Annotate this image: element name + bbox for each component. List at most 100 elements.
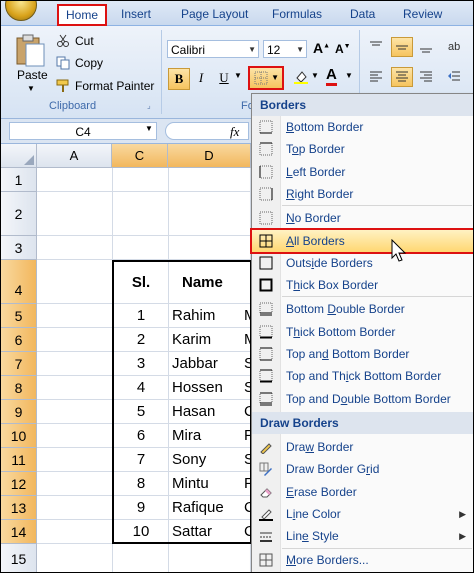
shrink-font-icon[interactable]: A▼: [335, 42, 351, 56]
menu-item-thick-bottom-border[interactable]: Thick Bottom Border: [252, 321, 473, 343]
formula-input[interactable]: fx: [165, 122, 249, 140]
cell-sl[interactable]: 3: [114, 352, 168, 376]
column-header-d[interactable]: D: [168, 144, 251, 168]
orientation-icon[interactable]: ab: [447, 38, 461, 52]
row-header-3[interactable]: 3: [1, 236, 37, 260]
copy-icon[interactable]: [56, 56, 70, 70]
align-middle-button[interactable]: [391, 37, 413, 57]
row-header-12[interactable]: 12: [1, 472, 37, 496]
menu-item-erase-border[interactable]: Erase Border: [252, 481, 473, 503]
font-color-dropdown-icon[interactable]: ▼: [345, 71, 353, 80]
insert-function-icon[interactable]: fx: [230, 124, 239, 140]
menu-item-no-border[interactable]: No Border: [252, 207, 473, 229]
menu-item-left-border[interactable]: Left Border: [252, 161, 473, 183]
paste-button-label[interactable]: Paste: [17, 68, 48, 82]
table-header-sl[interactable]: Sl.: [114, 262, 168, 304]
copy-button[interactable]: Copy: [75, 56, 103, 70]
menu-item-bottom-border[interactable]: Bottom Border: [252, 116, 473, 138]
cell-sl[interactable]: 10: [114, 520, 168, 544]
font-color-icon[interactable]: A: [326, 66, 337, 86]
select-all-corner[interactable]: [1, 144, 37, 168]
cut-button[interactable]: Cut: [75, 34, 94, 48]
paste-icon[interactable]: [13, 34, 47, 68]
format-painter-icon[interactable]: [56, 79, 70, 93]
cell-sl[interactable]: 5: [114, 400, 168, 424]
tab-insert[interactable]: Insert: [121, 5, 151, 23]
bold-button[interactable]: B: [168, 68, 190, 90]
column-header-c[interactable]: C: [112, 144, 168, 168]
cell-sl[interactable]: 2: [114, 328, 168, 352]
tab-home[interactable]: Home: [57, 4, 107, 26]
menu-item-all-borders[interactable]: All Borders: [250, 227, 473, 254]
menu-item-bottom-double-border[interactable]: Bottom Double Border: [252, 298, 473, 320]
tab-data[interactable]: Data: [350, 5, 375, 23]
selected-table-range[interactable]: Sl. Name 1RahimM2KarimM3JabbarS4HossenS5…: [112, 260, 254, 544]
font-name-combo[interactable]: Calibri ▼: [167, 40, 259, 58]
tab-review[interactable]: Review: [403, 5, 442, 23]
cell-sl[interactable]: 7: [114, 448, 168, 472]
row-header-11[interactable]: 11: [1, 448, 37, 472]
cell-name[interactable]: Rafique: [168, 496, 244, 520]
row-header-4[interactable]: 4: [1, 260, 37, 304]
cell-name[interactable]: Karim: [168, 328, 244, 352]
menu-item-draw-border-grid[interactable]: Draw Border Grid: [252, 458, 473, 480]
menu-item-top-and-double-bottom-border[interactable]: Top and Double Bottom Border: [252, 388, 473, 410]
cell-sl[interactable]: 8: [114, 472, 168, 496]
row-header-6[interactable]: 6: [1, 328, 37, 352]
name-box-dropdown-icon[interactable]: ▼: [145, 124, 153, 133]
column-header-a[interactable]: A: [37, 144, 112, 168]
tab-page-layout[interactable]: Page Layout: [181, 5, 248, 23]
font-size-dropdown-icon[interactable]: ▼: [296, 41, 304, 59]
grow-font-icon[interactable]: A▲: [313, 40, 330, 56]
paste-dropdown-arrow[interactable]: ▼: [27, 84, 35, 93]
menu-item-draw-border[interactable]: Draw Border: [252, 436, 473, 458]
row-header-2[interactable]: 2: [1, 192, 37, 236]
menu-item-right-border[interactable]: Right Border: [252, 183, 473, 205]
cell-name[interactable]: Sattar: [168, 520, 244, 544]
name-box[interactable]: C4: [9, 122, 157, 140]
font-name-dropdown-icon[interactable]: ▼: [248, 41, 256, 59]
row-header-5[interactable]: 5: [1, 304, 37, 328]
cell-name[interactable]: Rahim: [168, 304, 244, 328]
align-left-icon[interactable]: [369, 70, 383, 84]
menu-item-line-color[interactable]: Line Color ▶: [252, 503, 473, 525]
menu-item-thick-box-border[interactable]: Thick Box Border: [252, 274, 473, 296]
font-size-combo[interactable]: 12 ▼: [263, 40, 307, 58]
cut-icon[interactable]: [56, 34, 70, 48]
fill-color-icon[interactable]: [294, 70, 308, 84]
format-painter-button[interactable]: Format Painter: [75, 79, 154, 93]
table-header-name[interactable]: Name: [168, 262, 250, 304]
cell-name[interactable]: Hossen: [168, 376, 244, 400]
cell-sl[interactable]: 4: [114, 376, 168, 400]
menu-item-line-style[interactable]: Line Style ▶: [252, 525, 473, 547]
cell-sl[interactable]: 6: [114, 424, 168, 448]
tab-formulas[interactable]: Formulas: [272, 5, 322, 23]
menu-item-top-and-thick-bottom-border[interactable]: Top and Thick Bottom Border: [252, 365, 473, 387]
cell-name[interactable]: Mira: [168, 424, 244, 448]
cell-name[interactable]: Hasan: [168, 400, 244, 424]
menu-item-top-and-bottom-border[interactable]: Top and Bottom Border: [252, 343, 473, 365]
cell-name[interactable]: Mintu: [168, 472, 244, 496]
align-top-icon[interactable]: [369, 40, 383, 54]
cell-name[interactable]: Jabbar: [168, 352, 244, 376]
align-right-icon[interactable]: [419, 70, 433, 84]
row-header-8[interactable]: 8: [1, 376, 37, 400]
row-header-9[interactable]: 9: [1, 400, 37, 424]
clipboard-launcher-icon[interactable]: ⌟: [147, 101, 151, 110]
menu-item-more-borders[interactable]: More Borders...: [252, 549, 473, 571]
italic-button[interactable]: I: [191, 68, 211, 88]
underline-dropdown-icon[interactable]: ▼: [234, 71, 242, 80]
cell-name[interactable]: Sony: [168, 448, 244, 472]
row-header-13[interactable]: 13: [1, 496, 37, 520]
align-center-button[interactable]: [391, 67, 413, 87]
menu-item-outside-borders[interactable]: Outside Borders: [252, 252, 473, 274]
cell-sl[interactable]: 1: [114, 304, 168, 328]
menu-item-top-border[interactable]: Top Border: [252, 138, 473, 160]
cell-sl[interactable]: 9: [114, 496, 168, 520]
row-header-14[interactable]: 14: [1, 520, 37, 544]
row-header-15[interactable]: 15: [1, 544, 37, 572]
office-button[interactable]: [5, 1, 37, 21]
row-header-10[interactable]: 10: [1, 424, 37, 448]
row-header-1[interactable]: 1: [1, 168, 37, 192]
decrease-indent-icon[interactable]: [447, 70, 461, 84]
